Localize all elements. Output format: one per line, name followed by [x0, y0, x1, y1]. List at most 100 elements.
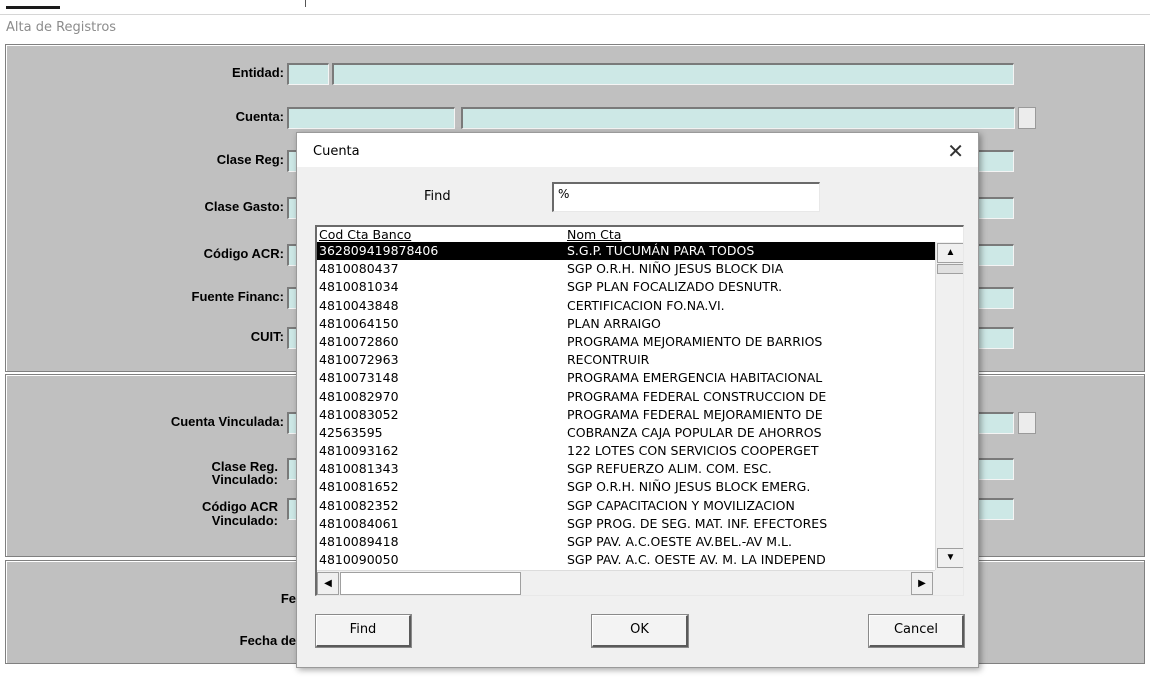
label-fecha-1: Fe [280, 591, 296, 606]
cell-cod-cta-banco: 4810082970 [319, 388, 399, 404]
scroll-right-icon[interactable]: ▶ [911, 572, 933, 595]
cell-nom-cta: COBRANZA CAJA POPULAR DE AHORROS [567, 424, 822, 440]
table-row[interactable]: 4810081034 SGP PLAN FOCALIZADO DESNUTR. [317, 278, 935, 296]
cuenta-vinculada-lookup-button[interactable] [1018, 412, 1036, 434]
label-fuente-financ: Fuente Financ: [191, 289, 284, 304]
cell-nom-cta: PLAN ARRAIGO [567, 315, 661, 331]
cell-cod-cta-banco: 362809419878406 [319, 243, 439, 258]
cell-cod-cta-banco: 4810090050 [319, 552, 399, 568]
label-codigo-acr-vinc-2: Vinculado: [211, 513, 278, 528]
label-codigo-acr: Código ACR: [203, 246, 284, 261]
dialog-title: Cuenta [313, 144, 360, 159]
label-codigo-acr-vinc-1: Código ACR [201, 499, 278, 514]
scroll-up-icon[interactable]: ▲ [937, 243, 963, 263]
table-row[interactable]: 4810081343 SGP REFUERZO ALIM. COM. ESC. [317, 460, 935, 478]
label-fecha-2: Fecha de [239, 633, 296, 648]
find-input[interactable]: % [552, 182, 820, 212]
entidad-name-field[interactable] [332, 63, 1014, 85]
table-row[interactable]: 4810083052 PROGRAMA FEDERAL MEJORAMIENTO … [317, 406, 935, 424]
label-cuenta: Cuenta: [235, 109, 284, 124]
cell-nom-cta: RECONTRUIR [567, 352, 650, 368]
label-entidad: Entidad: [232, 65, 284, 80]
cell-nom-cta: SGP PAV. A.C. OESTE AV. M. LA INDEPEND [567, 552, 826, 568]
cell-cod-cta-banco: 4810083052 [319, 406, 399, 422]
horizontal-scrollbar[interactable]: ◀ ▶ [317, 570, 935, 595]
cell-cod-cta-banco: 4810089418 [319, 534, 399, 549]
table-row[interactable]: 4810093162 122 LOTES CON SERVICIOS COOPER… [317, 442, 935, 460]
cell-nom-cta: CERTIFICACION FO.NA.VI. [567, 297, 725, 313]
horizontal-scroll-thumb[interactable] [340, 572, 521, 595]
ok-button[interactable]: OK [591, 614, 689, 648]
cell-nom-cta: PROGRAMA EMERGENCIA HABITACIONAL [567, 370, 823, 386]
table-row[interactable]: 4810043848 CERTIFICACION FO.NA.VI. [317, 297, 935, 315]
close-icon[interactable]: ✕ [947, 139, 964, 163]
top-strip [0, 0, 1150, 10]
cell-cod-cta-banco: 4810072860 [319, 333, 399, 349]
window-title: Alta de Registros [6, 20, 117, 35]
table-row[interactable]: 4810084061 SGP PROG. DE SEG. MAT. INF. EF… [317, 515, 935, 533]
cell-nom-cta: SGP PROG. DE SEG. MAT. INF. EFECTORES [567, 515, 828, 531]
table-row[interactable]: 4810064150 PLAN ARRAIGO [317, 315, 935, 333]
dialog-titlebar: Cuenta ✕ [297, 133, 978, 167]
cell-cod-cta-banco: 4810073148 [319, 370, 399, 386]
label-cuenta-vinculada: Cuenta Vinculada: [170, 414, 284, 429]
cell-nom-cta: SGP REFUERZO ALIM. COM. ESC. [567, 461, 772, 477]
table-row[interactable]: 4810082352 SGP CAPACITACION Y MOVILIZACIO… [317, 497, 935, 515]
cuenta-code-field[interactable] [287, 107, 455, 129]
cell-cod-cta-banco: 4810081034 [319, 279, 399, 295]
cell-cod-cta-banco: 4810081652 [319, 479, 399, 495]
window-titlebar: Alta de Registros [0, 14, 1150, 42]
cuenta-lookup-button[interactable] [1018, 107, 1036, 129]
label-clase-gasto: Clase Gasto: [204, 199, 284, 214]
cell-nom-cta: SGP PAV. A.C.OESTE AV.BEL.-AV M.L. [567, 534, 792, 549]
cell-nom-cta: PROGRAMA FEDERAL CONSTRUCCION DE [567, 388, 827, 404]
cell-nom-cta: SGP PLAN FOCALIZADO DESNUTR. [567, 279, 783, 295]
list-rows: 362809419878406 S.G.P. TUCUMÁN PARA TODOS… [317, 242, 935, 570]
cell-nom-cta: SGP O.R.H. NIÑO JESUS BLOCK EMERG. [567, 479, 811, 495]
cell-cod-cta-banco: 4810082352 [319, 497, 399, 513]
table-row[interactable]: 42563595 COBRANZA CAJA POPULAR DE AHORROS [317, 424, 935, 442]
scroll-corner [935, 570, 963, 595]
cancel-button[interactable]: Cancel [868, 614, 965, 648]
cell-nom-cta: 122 LOTES CON SERVICIOS COOPERGET [567, 443, 819, 459]
table-row[interactable]: 362809419878406 S.G.P. TUCUMÁN PARA TODOS [317, 242, 935, 261]
cell-nom-cta: S.G.P. TUCUMÁN PARA TODOS [567, 243, 755, 258]
cell-cod-cta-banco: 4810043848 [319, 297, 399, 313]
cell-nom-cta: PROGRAMA FEDERAL MEJORAMIENTO DE [567, 406, 823, 422]
table-row[interactable]: 4810073148 PROGRAMA EMERGENCIA HABITACION… [317, 369, 935, 387]
cuenta-dialog: Cuenta ✕ Find % Cod Cta Banco Nom Cta 36… [296, 132, 979, 668]
find-label: Find [424, 189, 451, 204]
vertical-scroll-thumb[interactable] [937, 264, 963, 274]
cuenta-list[interactable]: Cod Cta Banco Nom Cta 362809419878406 S.G… [315, 225, 964, 596]
vertical-scrollbar[interactable]: ▲ ▼ [935, 242, 963, 570]
cuenta-name-field[interactable] [461, 107, 1015, 129]
table-row[interactable]: 4810081652 SGP O.R.H. NIÑO JESUS BLOCK EM… [317, 478, 935, 496]
label-cuit: CUIT: [250, 329, 284, 344]
table-row[interactable]: 4810082970 PROGRAMA FEDERAL CONSTRUCCION … [317, 388, 935, 406]
cell-nom-cta: SGP CAPACITACION Y MOVILIZACION [567, 497, 795, 513]
table-row[interactable]: 4810072963 RECONTRUIR [317, 351, 935, 369]
top-strip-tick [305, 0, 306, 7]
scroll-down-icon[interactable]: ▼ [937, 548, 963, 568]
cell-cod-cta-banco: 4810080437 [319, 261, 399, 277]
cell-nom-cta: SGP O.R.H. NIÑO JESUS BLOCK DIA [567, 261, 784, 277]
cell-cod-cta-banco: 4810093162 [319, 443, 399, 459]
cell-nom-cta: PROGRAMA MEJORAMIENTO DE BARRIOS [567, 333, 823, 349]
label-clase-reg-vinc-2: Vinculado: [211, 472, 278, 487]
top-strip-mark [6, 6, 60, 9]
label-clase-reg: Clase Reg: [216, 152, 284, 167]
column-cod-cta-banco[interactable]: Cod Cta Banco [319, 227, 411, 242]
table-row[interactable]: 4810089418 SGP PAV. A.C.OESTE AV.BEL.-AV … [317, 533, 935, 551]
cell-cod-cta-banco: 4810081343 [319, 461, 399, 477]
table-row[interactable]: 4810072860 PROGRAMA MEJORAMIENTO DE BARRI… [317, 333, 935, 351]
cell-cod-cta-banco: 4810084061 [319, 515, 399, 531]
table-row[interactable]: 4810090050 SGP PAV. A.C. OESTE AV. M. LA … [317, 551, 935, 569]
cell-cod-cta-banco: 42563595 [319, 424, 383, 440]
entidad-code-field[interactable] [287, 63, 329, 85]
find-button[interactable]: Find [315, 614, 412, 648]
cell-cod-cta-banco: 4810064150 [319, 315, 399, 331]
scroll-left-icon[interactable]: ◀ [317, 572, 339, 595]
table-row[interactable]: 4810080437 SGP O.R.H. NIÑO JESUS BLOCK DI… [317, 260, 935, 278]
cell-cod-cta-banco: 4810072963 [319, 352, 399, 368]
column-nom-cta[interactable]: Nom Cta [567, 227, 621, 242]
